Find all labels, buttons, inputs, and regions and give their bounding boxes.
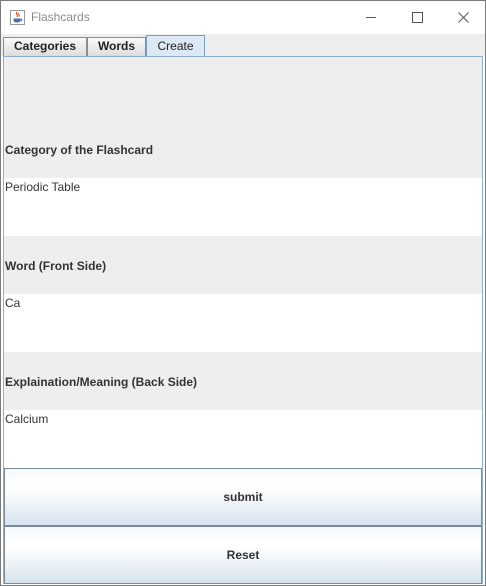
meaning-field[interactable]: Calcium — [4, 410, 482, 468]
maximize-button[interactable] — [394, 1, 440, 34]
flashcards-window: Flashcards Categories Words Create Categ… — [0, 0, 486, 586]
meaning-label: Explaination/Meaning (Back Side) — [5, 375, 198, 389]
tab-words[interactable]: Words — [87, 37, 146, 56]
minimize-icon — [365, 12, 377, 23]
tab-strip: Categories Words Create — [1, 34, 485, 57]
meaning-value: Calcium — [5, 412, 49, 426]
reset-button[interactable]: Reset — [4, 526, 482, 584]
tab-categories[interactable]: Categories — [3, 37, 87, 56]
minimize-button[interactable] — [348, 1, 394, 34]
word-value: Ca — [5, 296, 21, 310]
tab-create[interactable]: Create — [146, 35, 205, 57]
close-button[interactable] — [440, 1, 486, 34]
create-panel: Category of the Flashcard Periodic Table… — [3, 56, 483, 584]
window-title: Flashcards — [31, 10, 90, 24]
word-field[interactable]: Ca — [4, 294, 482, 352]
maximize-icon — [411, 12, 423, 23]
word-label: Word (Front Side) — [5, 259, 107, 273]
category-label: Category of the Flashcard — [5, 143, 154, 157]
java-cup-icon — [10, 10, 25, 25]
close-icon — [457, 12, 469, 23]
category-value: Periodic Table — [5, 180, 81, 194]
submit-button[interactable]: submit — [4, 468, 482, 526]
category-field[interactable]: Periodic Table — [4, 178, 482, 236]
title-bar[interactable]: Flashcards — [1, 1, 485, 34]
